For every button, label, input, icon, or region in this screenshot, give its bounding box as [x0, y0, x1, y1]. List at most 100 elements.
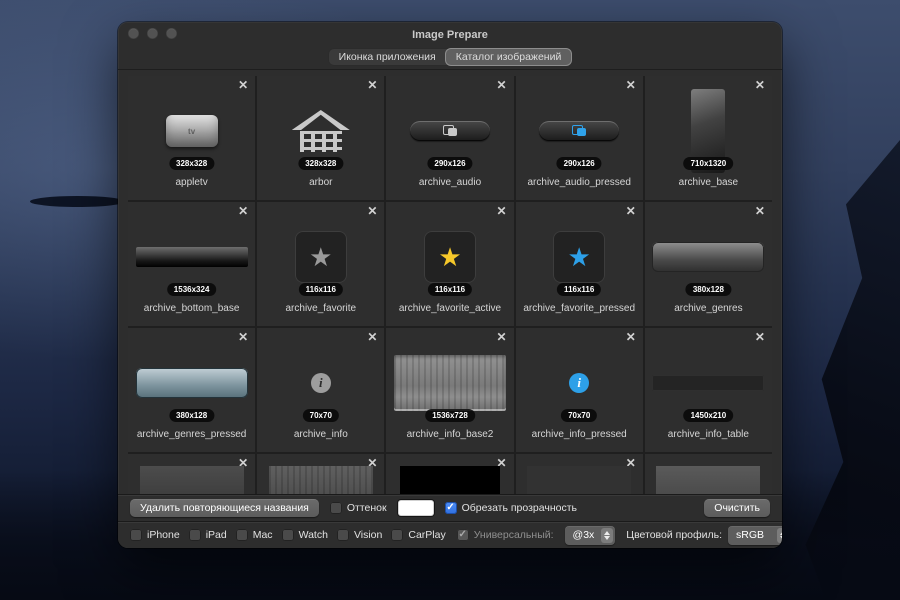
- partial-thumbnail: [656, 466, 761, 494]
- device-checkbox-mac[interactable]: Mac: [235, 529, 273, 541]
- thumbnail-area: [645, 466, 772, 494]
- close-icon[interactable]: ✕: [626, 204, 636, 218]
- checkbox[interactable]: [336, 529, 349, 541]
- titlebar[interactable]: Image Prepare: [118, 22, 782, 44]
- thumbnail-area: i 70x70: [257, 344, 384, 422]
- image-name: archive_favorite: [285, 303, 357, 314]
- image-name: archive_favorite_pressed: [523, 303, 636, 314]
- close-icon[interactable]: ✕: [367, 330, 377, 344]
- device-checkbox-vision[interactable]: Vision: [336, 529, 382, 541]
- size-badge: 116x116: [298, 283, 343, 296]
- thumbnail-area: 380x128: [128, 344, 255, 422]
- size-badge: 70x70: [302, 409, 339, 422]
- image-grid: ✕ tv 328x328 appletv ✕ 328x328 arbor ✕ 290x126 ar…: [128, 76, 772, 494]
- grid-item: ✕ 290x126 archive_audio: [386, 76, 514, 200]
- thumbnail-area: 290x126: [386, 92, 513, 170]
- image-name: appletv: [175, 177, 208, 188]
- trim-transparency-checkbox[interactable]: [444, 502, 457, 514]
- appletv-thumbnail: tv: [165, 115, 218, 147]
- checkbox[interactable]: [235, 529, 248, 541]
- close-icon[interactable]: ✕: [755, 204, 765, 218]
- close-icon[interactable]: ✕: [238, 78, 248, 92]
- tab-bar: Иконка приложения Каталог изображений: [118, 44, 782, 70]
- options-toolbar: Удалить повторяющиеся названия Оттенок О…: [118, 494, 782, 521]
- image-name: archive_info_base2: [406, 429, 494, 440]
- close-icon[interactable]: ✕: [626, 78, 636, 92]
- tab-image-catalog[interactable]: Каталог изображений: [445, 48, 572, 65]
- image-name: archive_genres: [674, 303, 743, 314]
- archive_info_base2-thumbnail: [393, 355, 506, 411]
- grid-item: ✕ i 70x70 archive_info_pressed: [515, 328, 643, 452]
- grid-item: ✕ i 70x70 archive_info: [257, 328, 385, 452]
- close-icon[interactable]: ✕: [497, 330, 507, 344]
- color-profile-select[interactable]: sRGB: [728, 525, 782, 545]
- tint-color-well[interactable]: [397, 500, 434, 516]
- tint-checkbox-row[interactable]: Оттенок: [329, 502, 387, 514]
- image-name: archive_bottom_base: [143, 303, 240, 314]
- device-checkbox-ipad[interactable]: iPad: [188, 529, 227, 541]
- grid-item: ✕: [128, 454, 256, 494]
- partial-thumbnail: [268, 466, 373, 494]
- close-icon[interactable]: ✕: [626, 330, 636, 344]
- grid-item: ✕ 1536x324 archive_bottom_base: [128, 202, 256, 326]
- size-badge: 328x328: [169, 157, 215, 170]
- partial-thumbnail: [139, 466, 244, 494]
- thumbnail-area: ★ 116x116: [516, 218, 643, 296]
- checkbox[interactable]: [281, 529, 294, 541]
- thumbnail-area: tv 328x328: [128, 92, 255, 170]
- checkbox-label: Mac: [252, 529, 273, 541]
- size-badge: 116x116: [427, 283, 473, 296]
- archive_audio_pressed-thumbnail: [539, 121, 620, 141]
- minimize-window-button[interactable]: [147, 28, 158, 39]
- clear-button[interactable]: Очистить: [704, 499, 770, 517]
- close-icon[interactable]: ✕: [238, 204, 248, 218]
- desktop: Image Prepare Иконка приложения Каталог и…: [0, 0, 900, 600]
- size-badge: 290x126: [556, 157, 602, 170]
- close-icon[interactable]: ✕: [497, 78, 507, 92]
- thumbnail-area: 710x1320: [645, 89, 772, 173]
- trim-checkbox-row[interactable]: Обрезать прозрачность: [444, 502, 578, 514]
- tab-app-icon[interactable]: Иконка приложения: [329, 49, 446, 65]
- image-name: archive_audio: [418, 177, 482, 188]
- stepper-arrows-icon: [601, 527, 614, 543]
- close-icon[interactable]: ✕: [755, 330, 765, 344]
- close-window-button[interactable]: [128, 28, 139, 39]
- dedupe-button[interactable]: Удалить повторяющиеся названия: [130, 499, 319, 517]
- size-badge: 1450x210: [683, 409, 734, 422]
- grid-item: ✕ 380x128 archive_genres_pressed: [128, 328, 256, 452]
- tab-bar-segments: Иконка приложения Каталог изображений: [327, 47, 573, 66]
- universal-checkbox[interactable]: [456, 529, 469, 541]
- device-checkbox-watch[interactable]: Watch: [281, 529, 328, 541]
- archive_info_table-thumbnail: [652, 375, 765, 391]
- close-icon[interactable]: ✕: [367, 204, 377, 218]
- archive_favorite_pressed-thumbnail: ★: [553, 231, 606, 283]
- grid-item: ✕ 1536x728 archive_info_base2: [386, 328, 514, 452]
- size-badge: 380x128: [685, 283, 731, 296]
- wallpaper-islet: [30, 196, 125, 207]
- scale-select-value: @3x: [572, 529, 595, 541]
- checkbox-label: iPad: [205, 529, 227, 541]
- device-checkboxes: iPhone iPad Mac Watch Vision CarPlay: [130, 529, 446, 541]
- close-icon[interactable]: ✕: [497, 204, 507, 218]
- size-badge: 1536x324: [166, 283, 217, 296]
- zoom-window-button[interactable]: [166, 28, 177, 39]
- universal-checkbox-row[interactable]: Универсальный:: [456, 529, 554, 541]
- device-checkbox-iphone[interactable]: iPhone: [130, 529, 180, 541]
- thumbnail-area: 328x328: [257, 92, 384, 170]
- image-name: archive_audio_pressed: [527, 177, 631, 188]
- trim-checkbox-label: Обрезать прозрачность: [461, 502, 578, 514]
- device-checkbox-carplay[interactable]: CarPlay: [391, 529, 446, 541]
- close-icon[interactable]: ✕: [755, 78, 765, 92]
- checkbox[interactable]: [188, 529, 201, 541]
- size-badge: 290x126: [427, 157, 473, 170]
- thumbnail-area: [128, 466, 255, 494]
- tint-checkbox[interactable]: [329, 502, 342, 514]
- thumbnail-area: 290x126: [516, 92, 643, 170]
- image-name: archive_info_table: [667, 429, 749, 440]
- close-icon[interactable]: ✕: [238, 330, 248, 344]
- scale-select[interactable]: @3x: [564, 525, 616, 545]
- checkbox[interactable]: [130, 529, 142, 541]
- grid-item: [644, 454, 772, 494]
- checkbox[interactable]: [391, 529, 404, 541]
- close-icon[interactable]: ✕: [367, 78, 377, 92]
